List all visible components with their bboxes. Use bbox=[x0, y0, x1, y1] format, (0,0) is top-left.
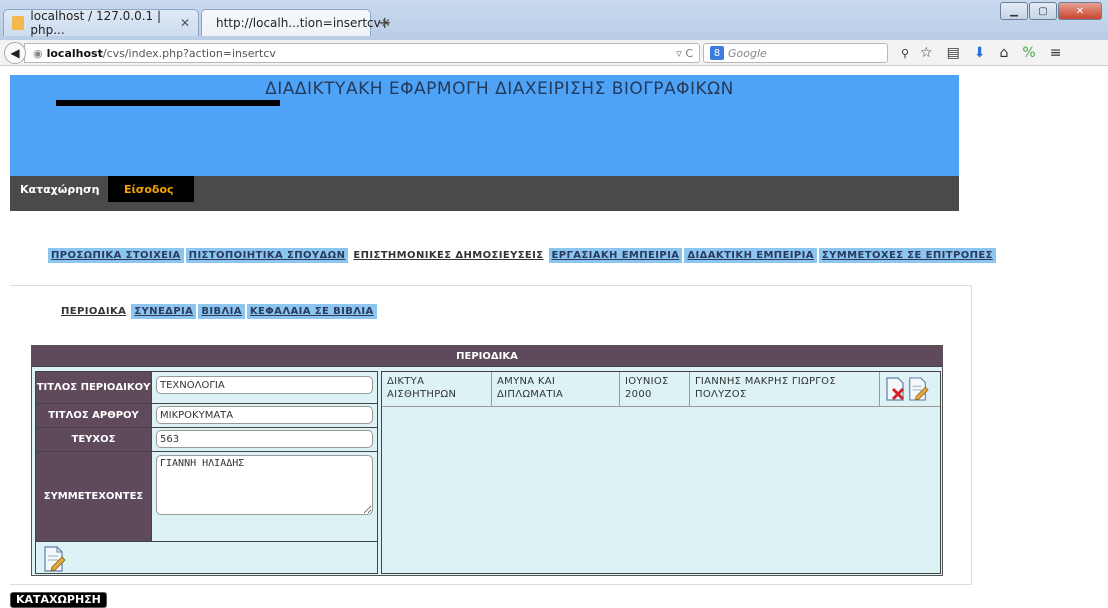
subtab-journals[interactable]: ΠΕΡΙΟΔΙΚΑ bbox=[58, 304, 130, 319]
journal-title-input[interactable] bbox=[156, 376, 373, 394]
journal-title-cell bbox=[153, 372, 377, 403]
menu-item-register[interactable]: Καταχώρηση bbox=[10, 176, 108, 202]
bookmark-star-icon[interactable]: ☆ bbox=[920, 45, 933, 61]
form-row-issue: ΤΕΥΧΟΣ bbox=[36, 428, 377, 452]
browser-tab-insertcv[interactable]: http://localh...tion=insertcv ✕ bbox=[201, 9, 391, 36]
delete-entry-icon[interactable] bbox=[885, 377, 907, 401]
window-controls: ▁ ▢ ✕ bbox=[1000, 2, 1102, 20]
reading-list-icon[interactable]: ▤ bbox=[947, 45, 960, 61]
form-row-journal-title: ΤΙΤΛΟΣ ΠΕΡΙΟΔΙΚΟΥ bbox=[36, 372, 377, 404]
entry-journal: ΔΙΚΤΥΑ ΑΙΣΘΗΤΗΡΩΝ bbox=[382, 372, 492, 406]
submit-button[interactable]: ΚΑΤΑΧΩΡΗΣΗ bbox=[10, 592, 107, 608]
participants-cell: ΓΙΑΝΝΗ ΗΛΙΑΔΗΣ bbox=[153, 452, 377, 541]
search-placeholder: Google bbox=[728, 46, 767, 60]
back-button-icon[interactable]: ◀ bbox=[4, 42, 26, 64]
minimize-icon[interactable]: ▁ bbox=[1000, 2, 1028, 20]
window-close-icon[interactable]: ✕ bbox=[1058, 2, 1102, 20]
site-header: ΔΙΑΔΙΚΤΥΑΚΗ ΕΦΑΡΜΟΓΗ ΔΙΑΧΕΙΡΙΣΗΣ ΒΙΟΓΡΑΦ… bbox=[10, 75, 959, 176]
globe-icon: ◉ bbox=[33, 46, 43, 60]
entry-actions bbox=[880, 372, 929, 406]
tab-work-experience[interactable]: ΕΡΓΑΣΙΑΚΗ ΕΜΠΕΙΡΙΑ bbox=[548, 248, 683, 263]
edit-entry-icon[interactable] bbox=[907, 377, 929, 401]
entry-participants: ΓΙΑΝΝΗΣ ΜΑΚΡΗΣ ΓΙΩΡΓΟΣ ΠΟΛΥΖΟΣ bbox=[690, 372, 880, 406]
address-bar[interactable]: ◉ localhost/cvs/index.php?action=insertc… bbox=[24, 43, 700, 63]
tab-publications[interactable]: ΕΠΙΣΤΗΜΟΝΙΚΕΣ ΔΗΜΟΣΙΕΥΣΕΙΣ bbox=[350, 248, 547, 263]
article-title-label: ΤΙΤΛΟΣ ΑΡΘΡΟΥ bbox=[36, 404, 152, 427]
journal-entries-table: ΔΙΚΤΥΑ ΑΙΣΘΗΤΗΡΩΝ ΑΜΥΝΑ ΚΑΙ ΔΙΠΛΩΜΑΤΙΑ Ι… bbox=[381, 371, 941, 574]
issue-label: ΤΕΥΧΟΣ bbox=[36, 428, 152, 451]
phpmyadmin-favicon-icon bbox=[12, 16, 25, 30]
downloads-icon[interactable]: ⬇ bbox=[974, 45, 986, 61]
publication-subtabs: ΠΕΡΙΟΔΙΚΑ ΣΥΝΕΔΡΙΑ ΒΙΒΛΙΑ ΚΕΦΑΛΑΙΑ ΣΕ ΒΙ… bbox=[58, 304, 377, 319]
section-tabs: ΠΡΟΣΩΠΙΚΑ ΣΤΟΙΧΕΙΑ ΠΙΣΤΟΠΟΙΗΤΙΚΑ ΣΠΟΥΔΩΝ… bbox=[48, 248, 996, 263]
form-row-article-title: ΤΙΤΛΟΣ ΑΡΘΡΟΥ bbox=[36, 404, 377, 428]
new-tab-icon[interactable]: + bbox=[378, 13, 391, 32]
add-entry-icon[interactable] bbox=[42, 546, 66, 572]
browser-tabbar: localhost / 127.0.0.1 | php... ✕ http://… bbox=[0, 0, 1108, 40]
web-page: ΔΙΑΔΙΚΤΥΑΚΗ ΕΦΑΡΜΟΓΗ ΔΙΑΧΕΙΡΙΣΗΣ ΒΙΟΓΡΑΦ… bbox=[0, 67, 1108, 608]
issue-cell bbox=[153, 428, 377, 451]
subtab-books[interactable]: ΒΙΒΛΙΑ bbox=[198, 304, 245, 319]
browser-tab-title: http://localh...tion=insertcv bbox=[216, 16, 381, 30]
search-bar[interactable]: 8 Google ⚲ bbox=[703, 43, 909, 63]
menu-item-login[interactable]: Είσοδος bbox=[108, 176, 194, 202]
tab-personal[interactable]: ΠΡΟΣΩΠΙΚΑ ΣΤΟΙΧΕΙΑ bbox=[48, 248, 184, 263]
article-title-input[interactable] bbox=[156, 406, 373, 424]
search-icon[interactable]: ⚲ bbox=[901, 47, 909, 60]
issue-input[interactable] bbox=[156, 430, 373, 448]
browser-tab-phpmyadmin[interactable]: localhost / 127.0.0.1 | php... ✕ bbox=[3, 9, 199, 37]
journal-form: ΤΙΤΛΟΣ ΠΕΡΙΟΔΙΚΟΥ ΤΙΤΛΟΣ ΑΡΘΡΟΥ ΤΕΥΧΟΣ Σ… bbox=[35, 371, 378, 574]
home-icon[interactable]: ⌂ bbox=[1000, 45, 1009, 61]
redacted-bar bbox=[56, 100, 280, 106]
participants-textarea[interactable]: ΓΙΑΝΝΗ ΗΛΙΑΔΗΣ bbox=[156, 455, 373, 515]
participants-label: ΣΥΜΜΕΤΕΧΟΝΤΕΣ bbox=[36, 452, 152, 541]
browser-navbar: ◉ localhost/cvs/index.php?action=insertc… bbox=[0, 40, 1108, 66]
journals-panel: ΠΕΡΙΟΔΙΚΑ ΤΙΤΛΟΣ ΠΕΡΙΟΔΙΚΟΥ ΤΙΤΛΟΣ ΑΡΘΡΟ… bbox=[31, 345, 943, 576]
subtab-book-chapters[interactable]: ΚΕΦΑΛΑΙΑ ΣΕ ΒΙΒΛΙΑ bbox=[246, 304, 377, 319]
entry-issue: ΙΟΥΝΙΟΣ 2000 bbox=[620, 372, 690, 406]
form-row-participants: ΣΥΜΜΕΤΕΧΟΝΤΕΣ ΓΙΑΝΝΗ ΗΛΙΑΔΗΣ bbox=[36, 452, 377, 542]
entry-article: ΑΜΥΝΑ ΚΑΙ ΔΙΠΛΩΜΑΤΙΑ bbox=[492, 372, 620, 406]
tab-teaching-experience[interactable]: ΔΙΔΑΚΤΙΚΗ ΕΜΠΕΙΡΙΑ bbox=[684, 248, 817, 263]
reload-icon[interactable]: ▿ C bbox=[676, 47, 693, 60]
addon-icon[interactable]: % bbox=[1022, 45, 1035, 61]
main-menu: Καταχώρηση Είσοδος bbox=[10, 176, 959, 211]
site-title: ΔΙΑΔΙΚΤΥΑΚΗ ΕΦΑΡΜΟΓΗ ΔΙΑΧΕΙΡΙΣΗΣ ΒΙΟΓΡΑΦ… bbox=[265, 79, 734, 99]
journal-title-label: ΤΙΤΛΟΣ ΠΕΡΙΟΔΙΚΟΥ bbox=[36, 372, 152, 403]
maximize-icon[interactable]: ▢ bbox=[1029, 2, 1057, 20]
table-row: ΔΙΚΤΥΑ ΑΙΣΘΗΤΗΡΩΝ ΑΜΥΝΑ ΚΑΙ ΔΙΠΛΩΜΑΤΙΑ Ι… bbox=[382, 372, 940, 407]
url-host: localhost bbox=[46, 46, 103, 60]
google-engine-icon[interactable]: 8 bbox=[710, 46, 724, 60]
menu-icon[interactable]: ≡ bbox=[1050, 45, 1062, 61]
panel-title: ΠΕΡΙΟΔΙΚΑ bbox=[32, 346, 942, 367]
url-path: /cvs/index.php?action=insertcv bbox=[102, 46, 276, 60]
article-title-cell bbox=[153, 404, 377, 427]
tab-certificates[interactable]: ΠΙΣΤΟΠΟΙΗΤΙΚΑ ΣΠΟΥΔΩΝ bbox=[185, 248, 349, 263]
tab-committees[interactable]: ΣΥΜΜΕΤΟΧΕΣ ΣΕ ΕΠΙΤΡΟΠΕΣ bbox=[818, 248, 996, 263]
browser-toolbar-icons: ☆ ▤ ⬇ ⌂ % ≡ bbox=[920, 45, 1061, 61]
subtab-conferences[interactable]: ΣΥΝΕΔΡΙΑ bbox=[131, 304, 197, 319]
close-tab-icon[interactable]: ✕ bbox=[180, 16, 190, 30]
browser-tab-title: localhost / 127.0.0.1 | php... bbox=[30, 9, 162, 37]
